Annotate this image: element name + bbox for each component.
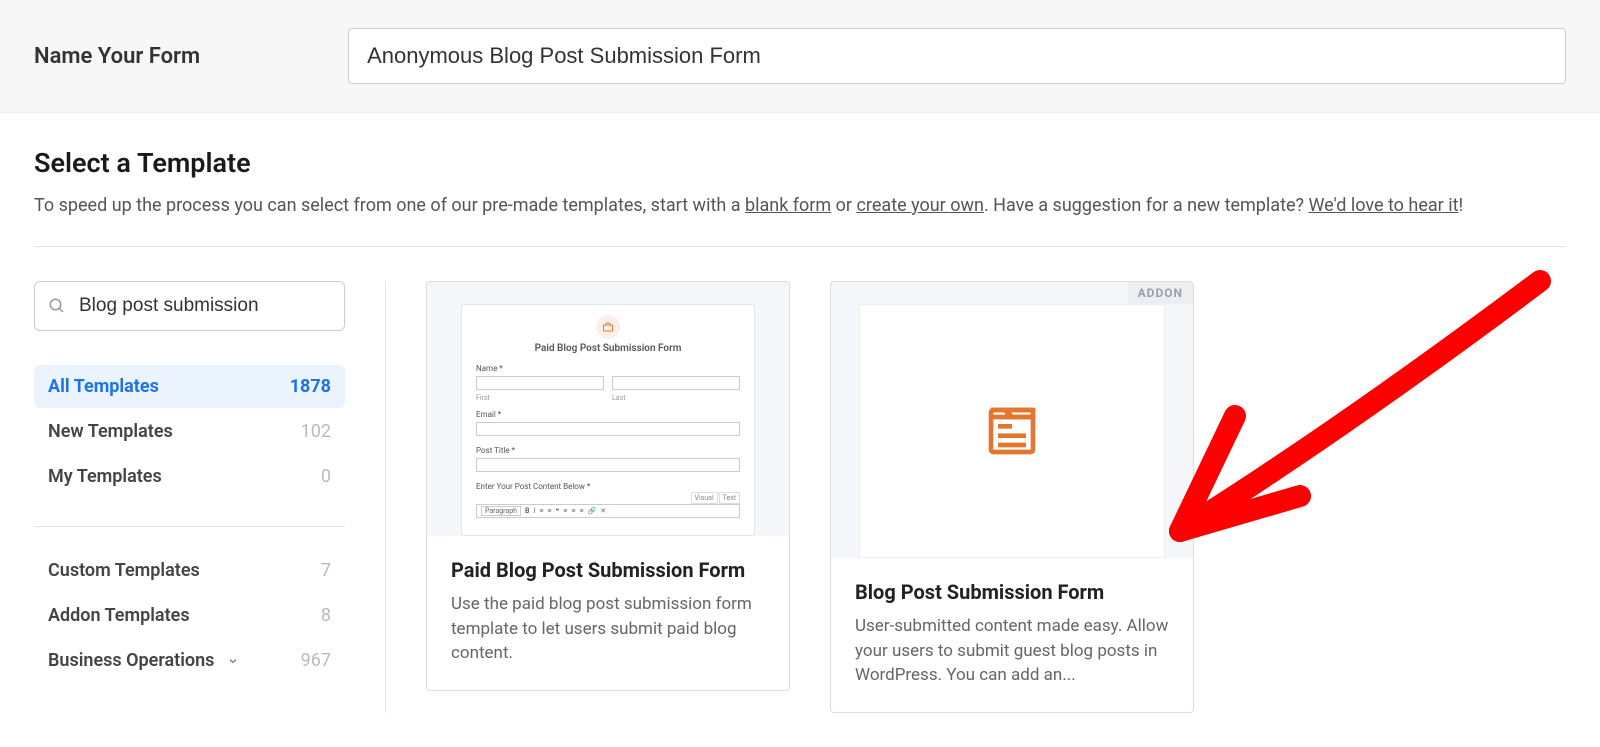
card-desc: Use the paid blog post submission form t… bbox=[451, 592, 765, 666]
category-label: My Templates bbox=[48, 466, 162, 487]
category-all-templates[interactable]: All Templates 1878 bbox=[34, 365, 345, 408]
chevron-down-icon bbox=[227, 655, 239, 667]
preview-posttitle-label: Post Title * bbox=[476, 446, 740, 455]
annotation-arrow bbox=[1140, 241, 1560, 621]
category-my-templates[interactable]: My Templates 0 bbox=[34, 455, 345, 498]
search-icon bbox=[48, 297, 66, 315]
category-label: Custom Templates bbox=[48, 560, 200, 581]
select-template-heading: Select a Template bbox=[34, 147, 1566, 179]
category-custom-templates[interactable]: Custom Templates 7 bbox=[34, 549, 345, 592]
card-title: Blog Post Submission Form bbox=[855, 580, 1169, 604]
addon-badge: ADDON bbox=[1128, 282, 1193, 304]
preview-email-label: Email * bbox=[476, 410, 740, 419]
form-name-input[interactable] bbox=[348, 28, 1566, 84]
subtitle-pre: To speed up the process you can select f… bbox=[34, 195, 745, 216]
category-list-top: All Templates 1878 New Templates 102 My … bbox=[34, 365, 345, 498]
category-list-bottom: Custom Templates 7 Addon Templates 8 Bus… bbox=[34, 549, 345, 682]
category-business-operations[interactable]: Business Operations 967 bbox=[34, 639, 345, 682]
card-preview bbox=[831, 304, 1193, 558]
subtitle-text: To speed up the process you can select f… bbox=[34, 195, 1566, 216]
category-count: 102 bbox=[301, 421, 331, 442]
subtitle-excl: ! bbox=[1459, 195, 1464, 216]
card-desc: User-submitted content made easy. Allow … bbox=[855, 614, 1169, 688]
template-search-input[interactable] bbox=[34, 281, 345, 331]
category-count: 0 bbox=[321, 466, 331, 487]
category-addon-templates[interactable]: Addon Templates 8 bbox=[34, 594, 345, 637]
suggest-link[interactable]: We'd love to hear it bbox=[1308, 195, 1458, 216]
card-title: Paid Blog Post Submission Form bbox=[451, 558, 765, 582]
template-card-paid[interactable]: Paid Blog Post Submission Form Name * Fi… bbox=[426, 281, 790, 691]
category-count: 1878 bbox=[290, 376, 331, 397]
category-new-templates[interactable]: New Templates 102 bbox=[34, 410, 345, 453]
briefcase-icon bbox=[596, 315, 620, 339]
blank-form-link[interactable]: blank form bbox=[745, 195, 831, 216]
document-icon bbox=[984, 403, 1040, 459]
create-own-link[interactable]: create your own bbox=[857, 195, 984, 216]
preview-content-label: Enter Your Post Content Below * bbox=[476, 482, 740, 491]
category-label: New Templates bbox=[48, 421, 173, 442]
category-label: All Templates bbox=[48, 376, 159, 397]
preview-name-label: Name * bbox=[476, 364, 740, 373]
category-count: 7 bbox=[321, 560, 331, 581]
category-count: 8 bbox=[321, 605, 331, 626]
category-count: 967 bbox=[301, 650, 331, 671]
name-your-form-label: Name Your Form bbox=[34, 44, 200, 69]
card-preview: Paid Blog Post Submission Form Name * Fi… bbox=[427, 282, 789, 536]
preview-title: Paid Blog Post Submission Form bbox=[476, 343, 740, 354]
subtitle-mid: . Have a suggestion for a new template? bbox=[984, 195, 1309, 216]
category-label: Addon Templates bbox=[48, 605, 190, 626]
template-card-blog[interactable]: ADDON bbox=[830, 281, 1194, 713]
category-label: Business Operations bbox=[48, 650, 239, 671]
subtitle-or: or bbox=[831, 195, 856, 216]
